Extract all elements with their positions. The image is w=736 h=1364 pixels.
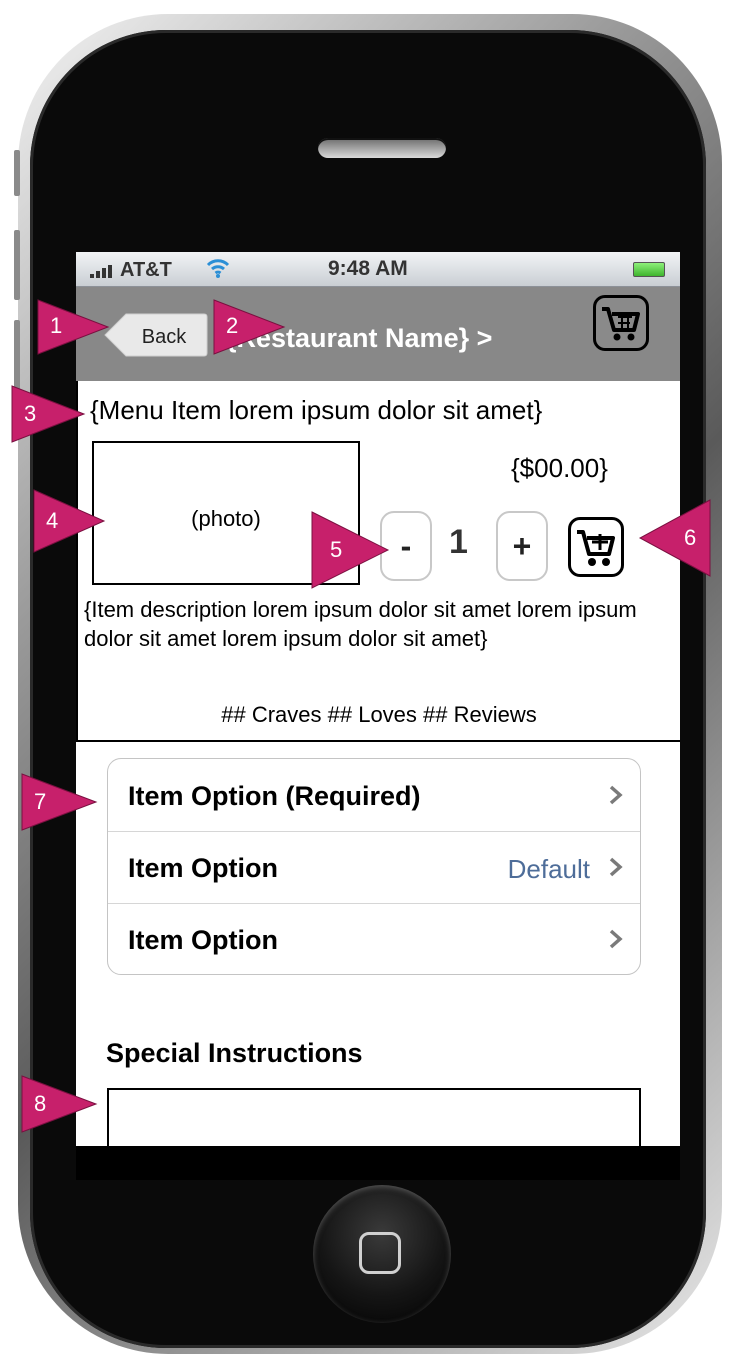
- item-option-row[interactable]: Item Option: [108, 903, 640, 974]
- mute-switch: [14, 150, 20, 196]
- item-options-group: Item Option (Required) Item Option Defau…: [107, 758, 641, 975]
- item-option-row-required[interactable]: Item Option (Required): [108, 759, 640, 832]
- add-to-cart-icon: [577, 530, 615, 566]
- annotation-number: 6: [684, 525, 697, 550]
- annotation-number: 7: [34, 789, 47, 814]
- annotation-number: 5: [330, 537, 343, 562]
- annotation-number: 4: [46, 508, 59, 533]
- item-option-row[interactable]: Item Option Default: [108, 831, 640, 904]
- cart-icon: [602, 307, 640, 341]
- menu-item-title: {Menu Item lorem ipsum dolor sit amet}: [90, 395, 543, 425]
- volume-up-button: [14, 230, 20, 300]
- special-instructions-label: Special Instructions: [106, 1038, 363, 1068]
- annotation-number: 3: [24, 401, 37, 426]
- annotation-marker-6: 6: [638, 499, 711, 577]
- annotation-number: 1: [50, 313, 63, 338]
- back-button[interactable]: Back: [104, 313, 208, 357]
- status-bar: AT&T 9:48 AM: [76, 252, 680, 287]
- item-description: {Item description lorem ipsum dolor sit …: [84, 597, 637, 651]
- status-time: 9:48 AM: [328, 257, 408, 280]
- cart-button[interactable]: [593, 295, 649, 351]
- item-option-label: Item Option (Required): [128, 781, 421, 811]
- screen: AT&T 9:48 AM Back {Restaurant Name} > {M…: [76, 252, 680, 1146]
- quantity-value: 1: [449, 523, 468, 561]
- chevron-right-icon: [609, 929, 623, 949]
- chevron-right-icon: [609, 785, 623, 805]
- home-button-icon: [359, 1232, 401, 1274]
- annotation-marker-4: 4: [33, 489, 106, 553]
- quantity-increment-button[interactable]: +: [496, 511, 548, 581]
- item-option-label: Item Option: [128, 925, 278, 955]
- back-button-label: Back: [142, 326, 187, 348]
- annotation-marker-5: 5: [311, 511, 390, 589]
- annotation-marker-3: 3: [11, 385, 86, 443]
- earpiece-speaker: [318, 138, 446, 158]
- special-instructions-field[interactable]: [107, 1088, 641, 1146]
- screen-bottom-bar: [76, 1146, 680, 1180]
- chevron-right-icon: [609, 857, 623, 877]
- volume-down-button: [14, 320, 20, 390]
- annotation-marker-1: 1: [37, 299, 110, 355]
- annotation-number: 2: [226, 313, 239, 338]
- battery-icon: [633, 262, 665, 277]
- wifi-icon: [206, 259, 230, 278]
- annotation-marker-7: 7: [21, 773, 98, 831]
- nav-bar: Back {Restaurant Name} >: [76, 287, 680, 381]
- item-option-label: Item Option: [128, 853, 278, 883]
- item-option-value: Default: [507, 854, 590, 884]
- annotation-number: 8: [34, 1091, 47, 1116]
- signal-icon: [90, 264, 120, 278]
- item-stats: ## Craves ## Loves ## Reviews: [221, 702, 537, 727]
- annotation-marker-2: 2: [213, 299, 286, 355]
- add-to-cart-button[interactable]: [568, 517, 624, 577]
- annotation-marker-8: 8: [21, 1075, 98, 1133]
- carrier-label: AT&T: [120, 259, 172, 281]
- item-price: {$00.00}: [511, 453, 608, 483]
